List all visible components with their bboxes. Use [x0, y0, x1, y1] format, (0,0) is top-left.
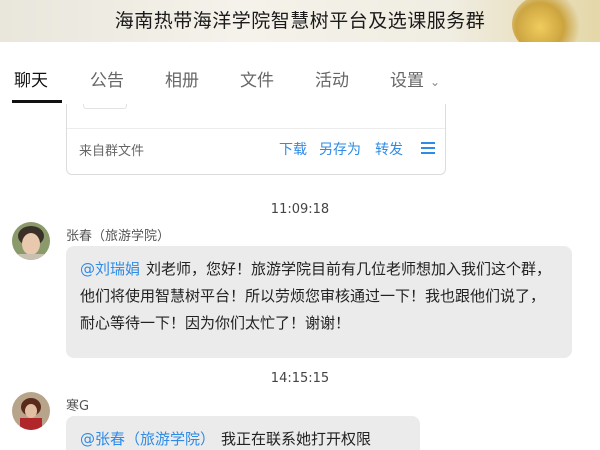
message-timestamp: 14:15:15 [270, 371, 330, 386]
sender-name: 寒G [66, 399, 90, 414]
title-bar: 海南热带海洋学院智慧树平台及选课服务群 [0, 0, 600, 42]
forward-link[interactable]: 转发 [375, 139, 403, 159]
menu-icon[interactable] [421, 142, 435, 157]
tab-bar: 聊天 公告 相册 文件 活动 设置 ⌄ [0, 42, 600, 105]
tab-settings[interactable]: 设置 ⌄ [390, 66, 440, 91]
mention-link[interactable]: @刘瑞娟 [80, 260, 140, 278]
file-card: 来自群文件 下载 另存为 转发 [66, 104, 446, 175]
download-link[interactable]: 下载 [279, 139, 307, 159]
mention-link[interactable]: @张春（旅游学院） [80, 430, 215, 448]
active-tab-indicator [12, 100, 62, 103]
tab-chat[interactable]: 聊天 [14, 66, 48, 91]
sender-name: 张春（旅游学院） [66, 229, 171, 244]
tab-album[interactable]: 相册 [165, 66, 199, 91]
message-bubble[interactable]: @张春（旅游学院） 我正在联系她打开权限 [66, 416, 420, 450]
divider [67, 128, 445, 129]
save-as-link[interactable]: 另存为 [319, 139, 361, 159]
tab-files[interactable]: 文件 [240, 66, 274, 91]
tab-activities[interactable]: 活动 [315, 66, 349, 91]
message-text: 我正在联系她打开权限 [221, 430, 372, 448]
message-text: 刘老师，您好！旅游学院目前有几位老师想加入我们这个群，他们将使用智慧树平台！所以… [80, 260, 552, 332]
tab-announcement[interactable]: 公告 [90, 66, 124, 91]
avatar[interactable] [12, 222, 50, 260]
message-timestamp: 11:09:18 [270, 202, 330, 217]
avatar[interactable] [12, 392, 50, 430]
file-source-label: 来自群文件 [79, 144, 145, 159]
chevron-down-icon: ⌄ [430, 75, 441, 89]
tab-settings-label: 设置 [390, 71, 424, 91]
message-bubble[interactable]: @刘瑞娟 刘老师，您好！旅游学院目前有几位老师想加入我们这个群，他们将使用智慧树平… [66, 246, 572, 358]
chat-area[interactable]: 来自群文件 下载 另存为 转发 11:09:18 张春（旅游学院） @刘瑞娟 刘老… [0, 104, 600, 450]
file-card-stub [83, 104, 127, 109]
window-title: 海南热带海洋学院智慧树平台及选课服务群 [114, 10, 486, 32]
